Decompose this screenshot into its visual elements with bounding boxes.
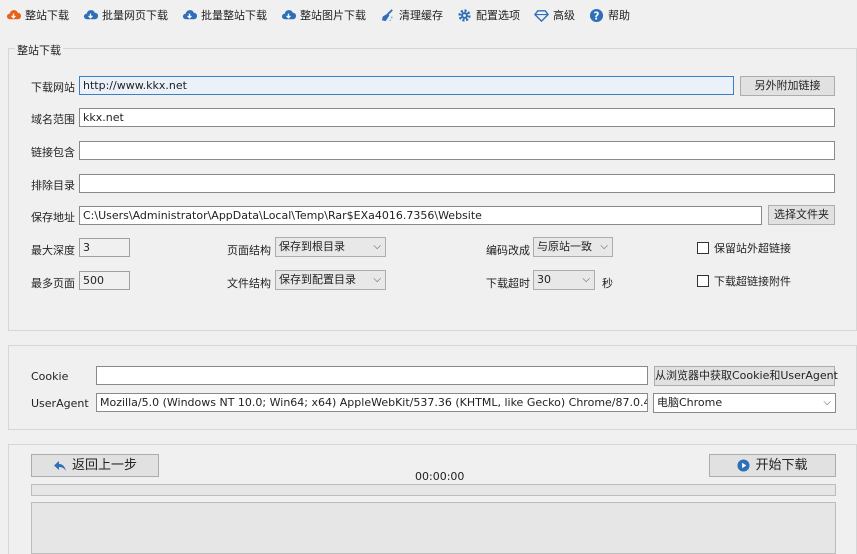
max-depth-label: 最大深度	[31, 244, 75, 257]
max-pages-label: 最多页面	[31, 277, 75, 290]
toolbar-label: 配置选项	[476, 9, 520, 22]
arrow-back-icon	[53, 460, 66, 471]
cookie-input[interactable]	[96, 366, 648, 385]
toolbar-label: 整站下载	[25, 9, 69, 22]
page-structure-label: 页面结构	[227, 244, 271, 257]
encoding-label: 编码改成	[486, 244, 530, 257]
download-attachments-checkbox[interactable]: 下载超链接附件	[697, 273, 791, 289]
domain-label: 域名范围	[31, 113, 75, 126]
useragent-label: UserAgent	[31, 397, 89, 410]
select-value: 电脑Chrome	[657, 396, 723, 409]
exclude-dir-input[interactable]	[79, 174, 835, 193]
cloud-download-orange-icon	[7, 9, 21, 19]
save-path-input[interactable]: C:\Users\Administrator\AppData\Local\Tem…	[79, 206, 762, 225]
save-path-label: 保存地址	[31, 211, 75, 224]
get-cookie-button[interactable]: 从浏览器中获取Cookie和UserAgent	[654, 366, 838, 386]
play-circle-icon	[737, 459, 751, 472]
back-button[interactable]: 返回上一步	[31, 454, 159, 477]
toolbar-batch-page-download[interactable]: 批量网页下载	[83, 7, 168, 23]
choose-folder-button[interactable]: 选择文件夹	[768, 205, 835, 225]
max-pages-input[interactable]: 500	[79, 271, 130, 290]
chevron-down-icon: ⌵	[373, 241, 381, 252]
toolbar-label: 帮助	[608, 9, 630, 22]
toolbar-help[interactable]: ? 帮助	[589, 7, 630, 23]
file-structure-select[interactable]: 保存到配置目录 ⌵	[275, 270, 386, 290]
cloud-download-blue-icon	[84, 9, 98, 19]
toolbar-label: 批量网页下载	[102, 9, 168, 22]
chevron-down-icon: ⌵	[823, 397, 831, 408]
toolbar-label: 清理缓存	[399, 9, 443, 22]
timeout-label: 下载超时	[486, 277, 530, 290]
toolbar-label: 高级	[553, 9, 575, 22]
gear-icon	[458, 8, 471, 22]
chevron-down-icon: ⌵	[600, 241, 608, 252]
diamond-icon	[534, 9, 549, 22]
link-contains-label: 链接包含	[31, 146, 75, 159]
toolbar-label: 整站图片下载	[300, 9, 366, 22]
toolbar-site-download[interactable]: 整站下载	[6, 7, 69, 23]
svg-text:?: ?	[594, 10, 600, 22]
useragent-preset-select[interactable]: 电脑Chrome ⌵	[653, 393, 836, 413]
max-depth-input[interactable]: 3	[79, 238, 130, 257]
file-structure-label: 文件结构	[227, 277, 271, 290]
elapsed-timer: 00:00:00	[415, 470, 465, 483]
progress-bar	[31, 484, 836, 496]
checkbox-box	[697, 242, 709, 254]
log-output-area	[31, 502, 836, 554]
useragent-input[interactable]: Mozilla/5.0 (Windows NT 10.0; Win64; x64…	[96, 393, 648, 412]
toolbar-label: 批量整站下载	[201, 9, 267, 22]
select-value: 与原站一致	[537, 240, 592, 253]
cookie-panel	[8, 345, 857, 430]
checkbox-box	[697, 275, 709, 287]
broom-icon	[381, 8, 393, 21]
select-value: 保存到配置目录	[279, 273, 356, 286]
toolbar-clear-cache[interactable]: 清理缓存	[380, 7, 443, 23]
chevron-down-icon: ⌵	[373, 274, 381, 285]
panel-title: 整站下载	[15, 42, 63, 58]
cloud-download-blue-icon	[282, 9, 296, 19]
start-download-button[interactable]: 开始下载	[709, 454, 836, 477]
keep-external-links-checkbox[interactable]: 保留站外超链接	[697, 240, 791, 256]
exclude-dir-label: 排除目录	[31, 179, 75, 192]
encoding-select[interactable]: 与原站一致 ⌵	[533, 237, 613, 257]
chevron-down-icon: ⌵	[582, 274, 590, 285]
select-value: 保存到根目录	[279, 240, 345, 253]
toolbar: 整站下载 批量网页下载 批量整站下载 整站图片下载 清理缓存 配置选项 高级 ?…	[0, 0, 857, 30]
link-contains-input[interactable]	[79, 141, 835, 160]
toolbar-batch-site-download[interactable]: 批量整站下载	[182, 7, 267, 23]
cloud-download-blue-icon	[183, 9, 197, 19]
button-label: 开始下载	[755, 458, 808, 473]
cookie-label: Cookie	[31, 370, 69, 383]
timeout-unit: 秒	[602, 277, 613, 290]
button-label: 返回上一步	[71, 458, 137, 473]
download-url-input[interactable]: http://www.kkx.net	[79, 76, 734, 95]
toolbar-settings[interactable]: 配置选项	[457, 7, 520, 23]
extra-links-button[interactable]: 另外附加链接	[740, 76, 835, 96]
select-value: 30	[537, 273, 551, 286]
checkbox-label: 下载超链接附件	[714, 275, 791, 288]
page-structure-select[interactable]: 保存到根目录 ⌵	[275, 237, 386, 257]
timeout-select[interactable]: 30 ⌵	[533, 270, 595, 290]
toolbar-advanced[interactable]: 高级	[534, 7, 575, 23]
help-icon: ?	[589, 8, 604, 22]
toolbar-site-image-download[interactable]: 整站图片下载	[281, 7, 366, 23]
download-url-label: 下载网站	[31, 81, 75, 94]
domain-input[interactable]: kkx.net	[79, 108, 835, 127]
checkbox-label: 保留站外超链接	[714, 242, 791, 255]
